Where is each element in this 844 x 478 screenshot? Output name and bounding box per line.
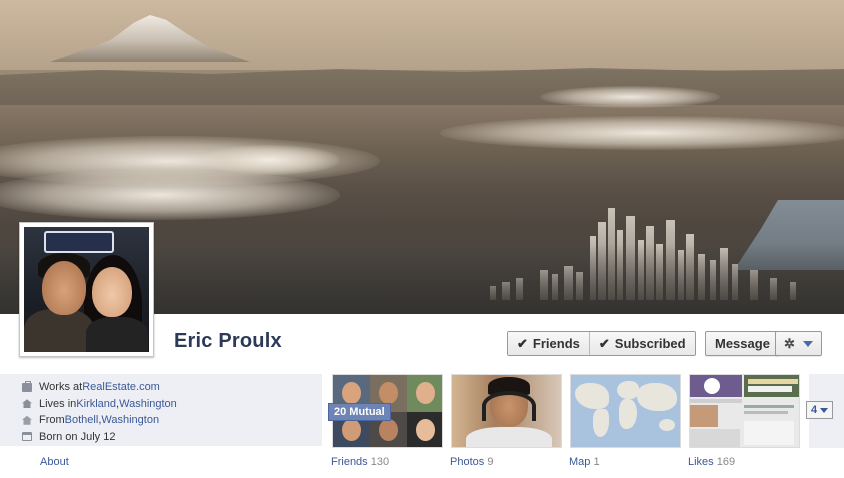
friend-thumb xyxy=(407,375,442,412)
lives-city-link[interactable]: Kirkland xyxy=(76,398,116,410)
chevron-down-icon xyxy=(820,407,829,413)
settings-dropdown-button[interactable]: ✲ xyxy=(775,331,822,356)
briefcase-icon xyxy=(22,380,32,392)
lives-state-link[interactable]: Washington xyxy=(119,398,177,410)
from-city-link[interactable]: Bothell xyxy=(65,414,99,426)
gear-icon: ✲ xyxy=(784,335,795,351)
message-button[interactable]: Message xyxy=(705,331,780,356)
cover-cloud xyxy=(440,116,844,150)
chevron-down-icon xyxy=(803,340,813,347)
cover-cloud xyxy=(200,145,340,175)
about-link[interactable]: About xyxy=(40,456,69,468)
headphones-graphic xyxy=(482,391,536,421)
likes-count: 169 xyxy=(716,456,736,468)
subscribed-button[interactable]: ✔ Subscribed xyxy=(588,332,695,355)
info-from: From Bothell, Washington xyxy=(22,412,322,429)
map-tile-label[interactable]: Map 1 xyxy=(569,456,600,468)
map-tile[interactable] xyxy=(570,374,681,448)
info-born: Born on July 12 xyxy=(22,429,322,446)
profile-picture[interactable] xyxy=(19,222,154,357)
work-link[interactable]: RealEstate.com xyxy=(82,381,160,393)
profile-photo xyxy=(24,227,149,352)
photos-label-text: Photos xyxy=(450,456,485,468)
info-born-text: Born on July 12 xyxy=(39,430,116,443)
relationship-button-group: ✔ Friends ✔ Subscribed xyxy=(507,331,696,356)
cover-cloud xyxy=(0,170,340,220)
likes-tile-label[interactable]: Likes 169 xyxy=(688,456,735,468)
likes-tile[interactable] xyxy=(689,374,800,448)
friend-thumb xyxy=(407,412,442,447)
subscribed-button-label: Subscribed xyxy=(614,336,686,351)
more-sections-count: 4 xyxy=(810,404,818,416)
map-count: 1 xyxy=(593,456,600,468)
info-from-prefix: From xyxy=(39,414,65,427)
likes-label-text: Likes xyxy=(688,456,714,468)
mutual-friends-badge[interactable]: 20 Mutual xyxy=(328,403,391,421)
info-lives: Lives in Kirkland, Washington xyxy=(22,396,322,413)
info-work-prefix: Works at xyxy=(39,381,83,394)
photos-tile-label[interactable]: Photos 9 xyxy=(450,456,493,468)
photos-tile[interactable] xyxy=(451,374,562,448)
message-button-label: Message xyxy=(715,336,770,351)
more-sections-button[interactable]: 4 xyxy=(806,401,833,419)
friends-count: 130 xyxy=(370,456,390,468)
check-icon: ✔ xyxy=(517,335,528,351)
friends-tile-label[interactable]: Friends 130 xyxy=(331,456,389,468)
cover-cloud xyxy=(540,86,720,108)
from-state-link[interactable]: Washington xyxy=(101,414,159,426)
profile-info-box: Works at RealEstate.com Lives in Kirklan… xyxy=(0,374,322,446)
friends-label-text: Friends xyxy=(331,456,368,468)
map-label-text: Map xyxy=(569,456,591,468)
friends-button-label: Friends xyxy=(532,336,580,351)
hometown-icon xyxy=(22,415,32,425)
home-icon xyxy=(22,399,32,409)
info-work: Works at RealEstate.com xyxy=(22,379,322,396)
info-lives-prefix: Lives in xyxy=(39,397,77,410)
photos-count: 9 xyxy=(487,456,494,468)
friends-button[interactable]: ✔ Friends xyxy=(508,332,589,355)
profile-name: Eric Proulx xyxy=(174,330,282,352)
check-icon: ✔ xyxy=(598,335,610,351)
calendar-icon xyxy=(22,432,32,442)
